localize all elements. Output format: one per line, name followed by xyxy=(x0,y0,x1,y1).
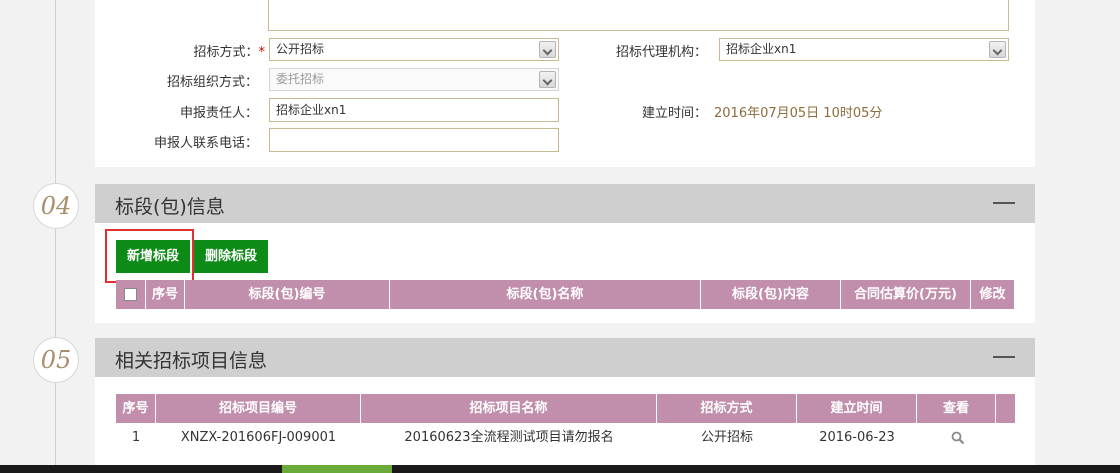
row-no: 1 xyxy=(131,430,141,445)
project-col-name: 招标项目名称 xyxy=(361,394,657,423)
contact-phone-input[interactable] xyxy=(269,128,559,152)
required-mark: * xyxy=(258,45,266,60)
responsible-person-label: 申报责任人： xyxy=(179,106,258,121)
project-col-view: 查看 xyxy=(917,394,996,423)
bottom-bar-accent xyxy=(282,465,392,473)
agency-select[interactable]: 招标企业xn1 xyxy=(719,38,1009,61)
created-time-label: 建立时间： xyxy=(641,106,707,121)
select-all-header[interactable] xyxy=(116,280,146,309)
highlight-box xyxy=(105,229,194,283)
project-info-panel: 招标方式：* 公开招标 招标代理机构： 招标企业xn1 招标组织方式： 委托招标… xyxy=(95,0,1035,167)
table-row: 1 XNZX-201606FJ-009001 20160623全流程测试项目请勿… xyxy=(116,423,1015,453)
tender-method-label: 招标方式：* xyxy=(193,45,266,60)
row-created-date: 2016-06-23 xyxy=(819,430,895,445)
related-projects-header[interactable]: 相关招标项目信息 xyxy=(95,338,1035,377)
lot-info-title: 标段(包)信息 xyxy=(115,196,225,218)
lot-info-panel: 标段(包)信息 新增标段 删除标段 序号 标段(包)编号 标段(包)名称 标段(… xyxy=(95,184,1035,323)
section-number-05: 05 xyxy=(33,337,79,383)
related-projects-panel: 相关招标项目信息 序号 招标项目编号 招标项目名称 招标方式 建立时间 查看 1… xyxy=(95,338,1035,465)
project-col-code: 招标项目编号 xyxy=(156,394,361,423)
contact-phone-label: 申报人联系电话： xyxy=(153,136,258,151)
lot-col-code: 标段(包)编号 xyxy=(185,280,390,309)
lot-info-header[interactable]: 标段(包)信息 xyxy=(95,184,1035,223)
section-number-04: 04 xyxy=(33,183,79,229)
lot-col-contract-price: 合同估算价(万元) xyxy=(841,280,971,309)
collapse-icon[interactable] xyxy=(993,356,1015,358)
lot-col-no: 序号 xyxy=(146,280,185,309)
timeline-line xyxy=(55,0,56,473)
agency-label: 招标代理机构： xyxy=(615,45,707,60)
created-time-value: 2016年07月05日 10时05分 xyxy=(714,106,883,121)
bottom-bar xyxy=(0,465,1120,473)
lot-col-edit: 修改 xyxy=(971,280,1014,309)
project-col-extra xyxy=(996,394,1015,423)
chevron-down-icon xyxy=(539,41,556,58)
magnifier-icon[interactable] xyxy=(951,431,965,445)
tender-method-select[interactable]: 公开招标 xyxy=(269,38,559,61)
collapse-icon[interactable] xyxy=(993,202,1015,204)
project-col-date: 建立时间 xyxy=(797,394,917,423)
delete-lot-button[interactable]: 删除标段 xyxy=(194,240,268,273)
chevron-down-icon xyxy=(989,41,1006,58)
organization-method-label: 招标组织方式： xyxy=(166,75,258,90)
responsible-person-input[interactable]: 招标企业xn1 xyxy=(269,98,559,122)
chevron-down-icon xyxy=(539,71,556,88)
lot-col-content: 标段(包)内容 xyxy=(701,280,841,309)
select-all-checkbox[interactable] xyxy=(124,288,137,301)
lot-col-name: 标段(包)名称 xyxy=(390,280,701,309)
row-tender-method: 公开招标 xyxy=(700,430,753,445)
related-projects-title: 相关招标项目信息 xyxy=(115,350,268,372)
project-col-method: 招标方式 xyxy=(657,394,797,423)
project-col-no: 序号 xyxy=(116,394,156,423)
description-textarea[interactable] xyxy=(268,0,1009,31)
organization-method-select[interactable]: 委托招标 xyxy=(269,68,559,91)
row-project-code: XNZX-201606FJ-009001 xyxy=(180,430,337,445)
row-project-name: 20160623全流程测试项目请勿报名 xyxy=(404,430,614,445)
